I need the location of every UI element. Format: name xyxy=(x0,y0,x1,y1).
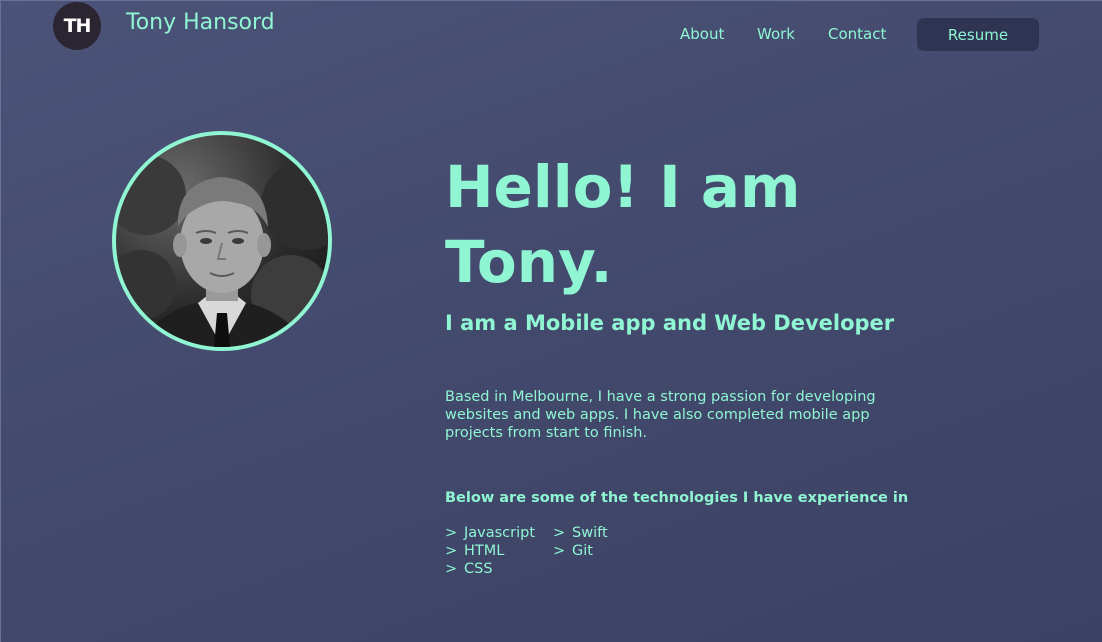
tech-label: HTML xyxy=(464,543,505,559)
nav-link-work[interactable]: Work xyxy=(757,25,795,43)
profile-photo-icon xyxy=(116,155,328,347)
tech-list-item: > Javascript xyxy=(445,524,535,542)
tech-list-item: > HTML xyxy=(445,542,535,560)
tech-label: Swift xyxy=(572,525,608,541)
hero-title: Hello! I am Tony. xyxy=(445,153,801,296)
resume-button[interactable]: Resume xyxy=(917,18,1039,51)
chevron-right-icon: > xyxy=(445,561,458,577)
tech-label: Javascript xyxy=(464,525,536,541)
chevron-right-icon: > xyxy=(553,525,566,541)
tech-list-item: > Git xyxy=(553,542,608,560)
nav-link-contact[interactable]: Contact xyxy=(828,25,886,43)
chevron-right-icon: > xyxy=(445,543,458,559)
tech-list-column-1: > Javascript > HTML > CSS xyxy=(445,524,535,578)
tech-list-column-2: > Swift > Git xyxy=(553,524,608,560)
tech-label: CSS xyxy=(464,561,493,577)
chevron-right-icon: > xyxy=(445,525,458,541)
tech-list-item: > Swift xyxy=(553,524,608,542)
tech-list-item: > CSS xyxy=(445,560,535,578)
tech-heading: Below are some of the technologies I hav… xyxy=(445,490,909,506)
avatar xyxy=(112,131,332,351)
hero-subtitle: I am a Mobile app and Web Developer xyxy=(445,311,895,335)
tech-label: Git xyxy=(572,543,593,559)
bio-paragraph: Based in Melbourne, I have a strong pass… xyxy=(445,389,876,441)
top-nav: About Work Contact Resume xyxy=(0,18,1102,52)
chevron-right-icon: > xyxy=(553,543,566,559)
nav-link-about[interactable]: About xyxy=(680,25,724,43)
